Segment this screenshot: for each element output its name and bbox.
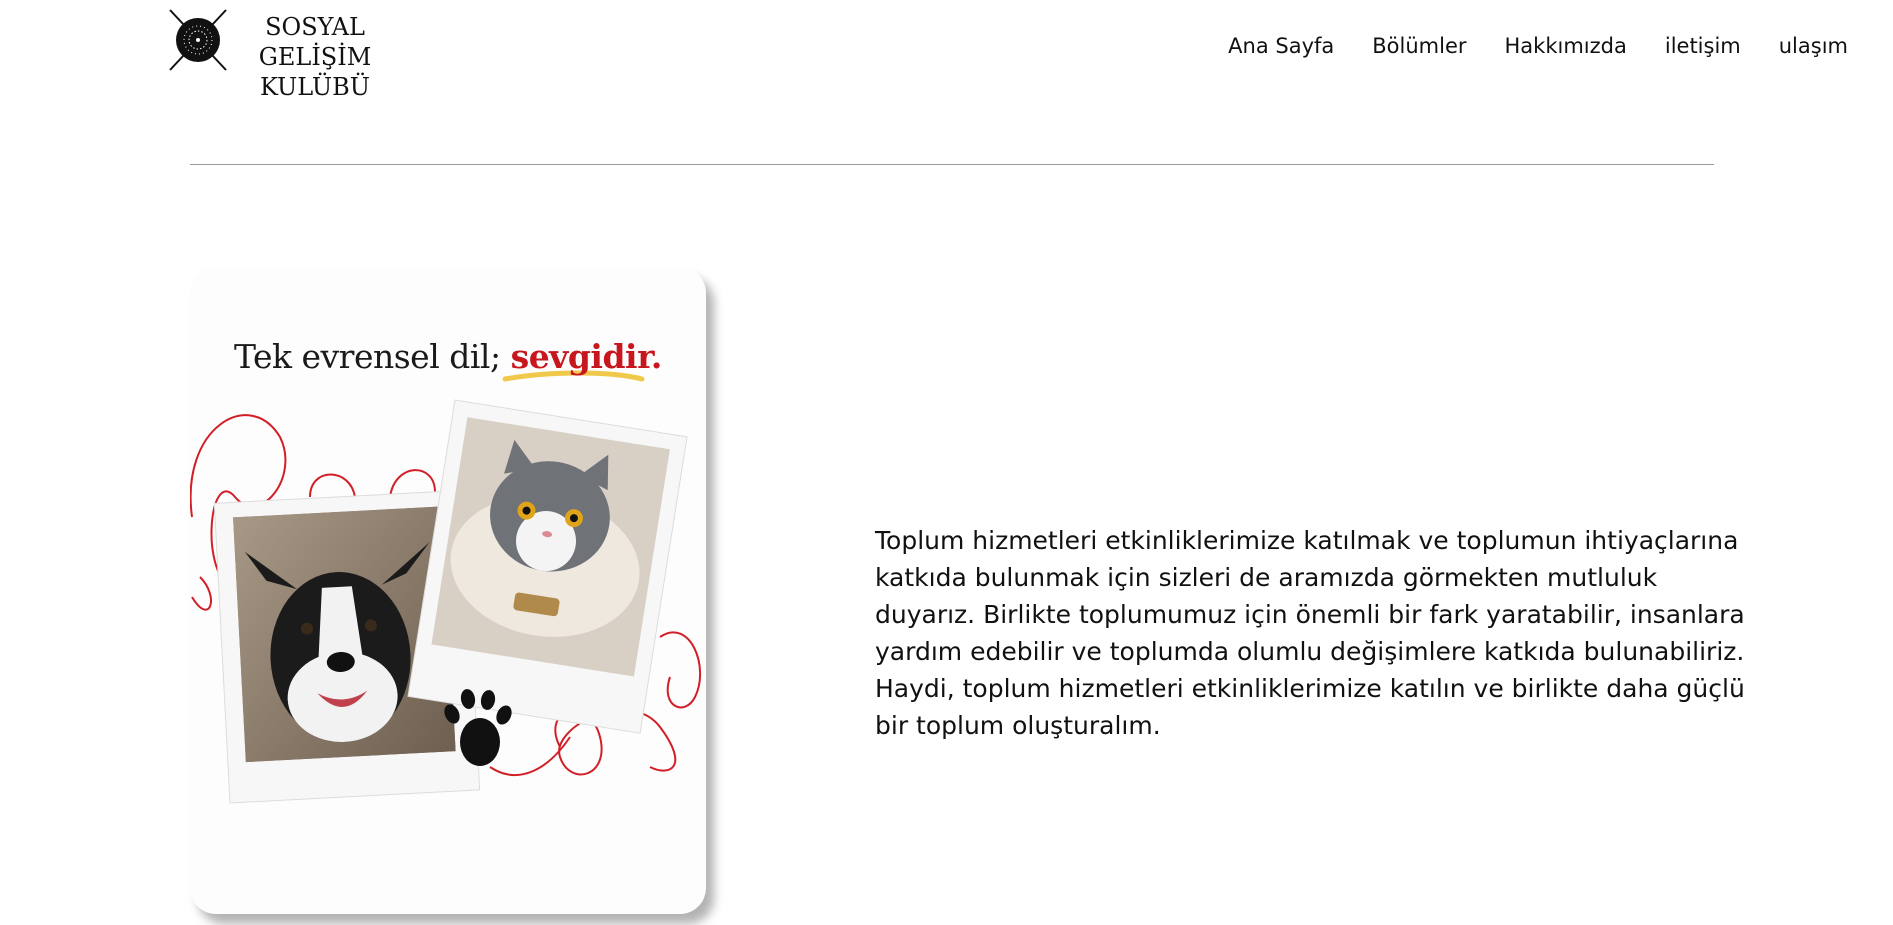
- logo-line-1: SOSYAL GELİŞİM: [258, 13, 372, 71]
- nav-item-ana-sayfa[interactable]: Ana Sayfa: [1228, 34, 1334, 58]
- nav-item-bolumler[interactable]: Bölümler: [1372, 34, 1466, 58]
- nav-item-hakkimizda[interactable]: Hakkımızda: [1505, 34, 1627, 58]
- nav-item-ulasim[interactable]: ulaşım: [1779, 34, 1848, 58]
- nav-item-iletisim[interactable]: iletişim: [1665, 34, 1741, 58]
- site-logo[interactable]: SOSYAL GELİŞİM KULÜBÜ: [166, 8, 406, 101]
- main-nav: Ana Sayfa Bölümler Hakkımızda iletişim u…: [1228, 34, 1848, 58]
- header: SOSYAL GELİŞİM KULÜBÜ Ana Sayfa Bölümler…: [0, 0, 1893, 101]
- intro-paragraph: Toplum hizmetleri etkinliklerimize katıl…: [875, 526, 1745, 740]
- club-emblem-icon: [169, 9, 227, 71]
- card-title-accent: sevgidir.: [510, 337, 663, 376]
- header-divider: [190, 164, 1714, 165]
- card-title: Tek evrensel dil; sevgidir.: [190, 337, 706, 376]
- logo-line-2: KULÜBÜ: [259, 73, 370, 101]
- card-title-main: Tek evrensel dil;: [234, 337, 501, 376]
- cat-photo: [407, 399, 688, 734]
- logo-text: SOSYAL GELİŞİM KULÜBÜ: [230, 12, 400, 102]
- promo-card: Tek evrensel dil; sevgidir.: [190, 267, 706, 914]
